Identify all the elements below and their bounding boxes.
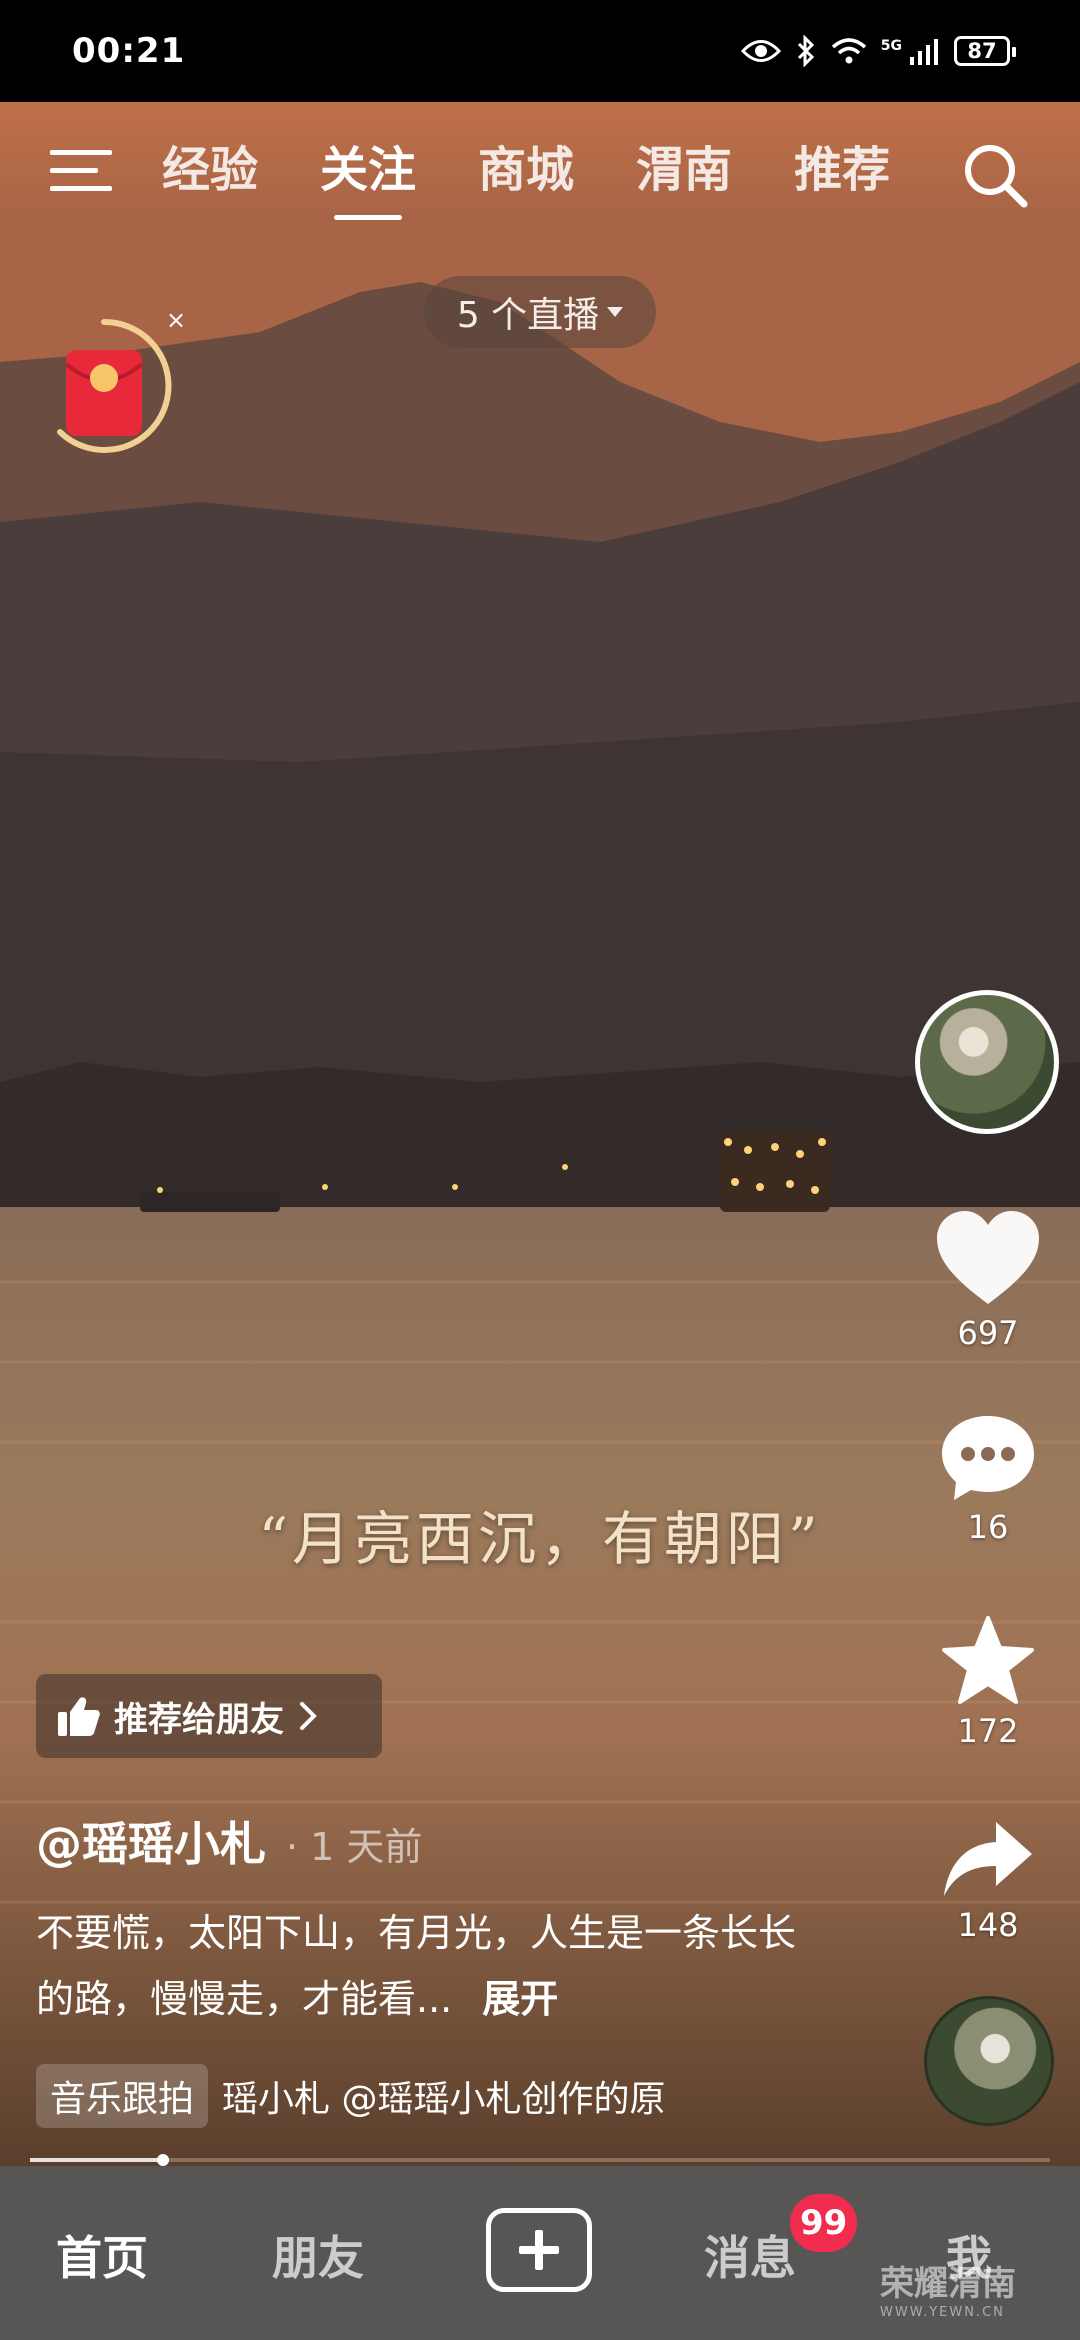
progress-handle[interactable] [156,2154,169,2166]
tab-recommend[interactable]: 推荐 [794,130,890,220]
music-title: 瑶小札 @瑶瑶小札创作的原 [222,2079,666,2120]
top-nav: 经验 关注 商城 渭南 推荐 [0,130,1080,230]
recommend-label: 推荐给朋友 [114,1699,284,1740]
close-icon[interactable]: × [166,306,186,334]
expand-button[interactable]: 展开 [482,1977,558,2021]
video-progress-bar[interactable] [30,2154,1050,2166]
nav-messages[interactable]: 消息 [704,2222,796,2288]
progress-fill [30,2158,163,2162]
comment-count: 16 [967,1508,1009,1546]
music-disc[interactable] [924,1996,1054,2126]
author-name[interactable]: @瑶瑶小札 [36,1808,266,1874]
watermark-sub: WWW.YEWN.CN [880,2305,1005,2320]
bluetooth-icon [797,35,814,67]
live-streams-button[interactable]: 5 个直播 [424,276,656,348]
tab-local[interactable]: 渭南 [636,130,732,220]
star-icon [942,1616,1034,1704]
favorite-button[interactable]: 172 [918,1614,1058,1750]
status-icons: 5G 87 [740,35,1016,67]
music-row[interactable]: 音乐跟拍 瑶小札 @瑶瑶小札创作的原 [36,2064,776,2128]
author-line: @瑶瑶小札 · 1 天前 [36,1808,422,1874]
post-description[interactable]: 不要慌，太阳下山，有月光，人生是一条长长的路，慢慢走，才能看... 展开 [36,1900,826,2032]
tab-bar: 经验 关注 商城 渭南 推荐 [162,130,890,220]
share-button[interactable]: 148 [918,1816,1058,1944]
eye-icon [740,40,781,62]
comment-button[interactable]: 16 [918,1412,1058,1546]
wifi-icon [831,38,866,64]
chevron-right-icon [300,1702,317,1730]
recommend-to-friend-button[interactable]: 推荐给朋友 [36,1674,382,1758]
comment-icon [942,1416,1034,1500]
tab-mall[interactable]: 商城 [478,130,574,220]
status-bar: 00:21 5G 87 [0,0,1080,102]
thumbs-up-icon [58,1697,100,1736]
tab-experience[interactable]: 经验 [162,130,258,220]
nav-home[interactable]: 首页 [56,2222,148,2288]
battery-icon: 87 [954,36,1016,66]
heart-icon [937,1211,1039,1304]
share-count: 148 [957,1906,1019,1944]
red-packet-widget[interactable] [30,312,178,460]
plus-icon [519,2230,559,2270]
create-button[interactable] [486,2208,592,2292]
caret-down-icon [607,307,624,317]
like-count: 697 [957,1314,1019,1352]
menu-icon[interactable] [50,144,112,196]
favorite-count: 172 [957,1712,1019,1750]
tab-following[interactable]: 关注 [320,130,416,220]
description-text: 不要慌，太阳下山，有月光，人生是一条长长的路，慢慢走，才能看... [36,1911,797,2021]
watermark-logo: 荣耀渭南 WWW.YEWN.CN [880,2256,1070,2320]
like-button[interactable]: 697 [918,1208,1058,1352]
battery-level: 87 [967,39,997,63]
signal-icon [910,39,938,65]
author-avatar[interactable] [915,990,1059,1134]
network-type: 5G [880,38,902,54]
red-packet-icon [57,318,172,453]
music-tag[interactable]: 音乐跟拍 [36,2064,209,2128]
messages-badge: 99 [790,2194,858,2252]
post-time: · 1 天前 [286,1825,423,1869]
nav-friends[interactable]: 朋友 [272,2222,364,2288]
status-time: 00:21 [72,31,186,71]
watermark-main: 荣耀渭南 [880,2264,1016,2304]
search-icon[interactable] [960,140,1030,210]
share-icon [944,1822,1032,1896]
live-streams-label: 5 个直播 [456,295,600,336]
